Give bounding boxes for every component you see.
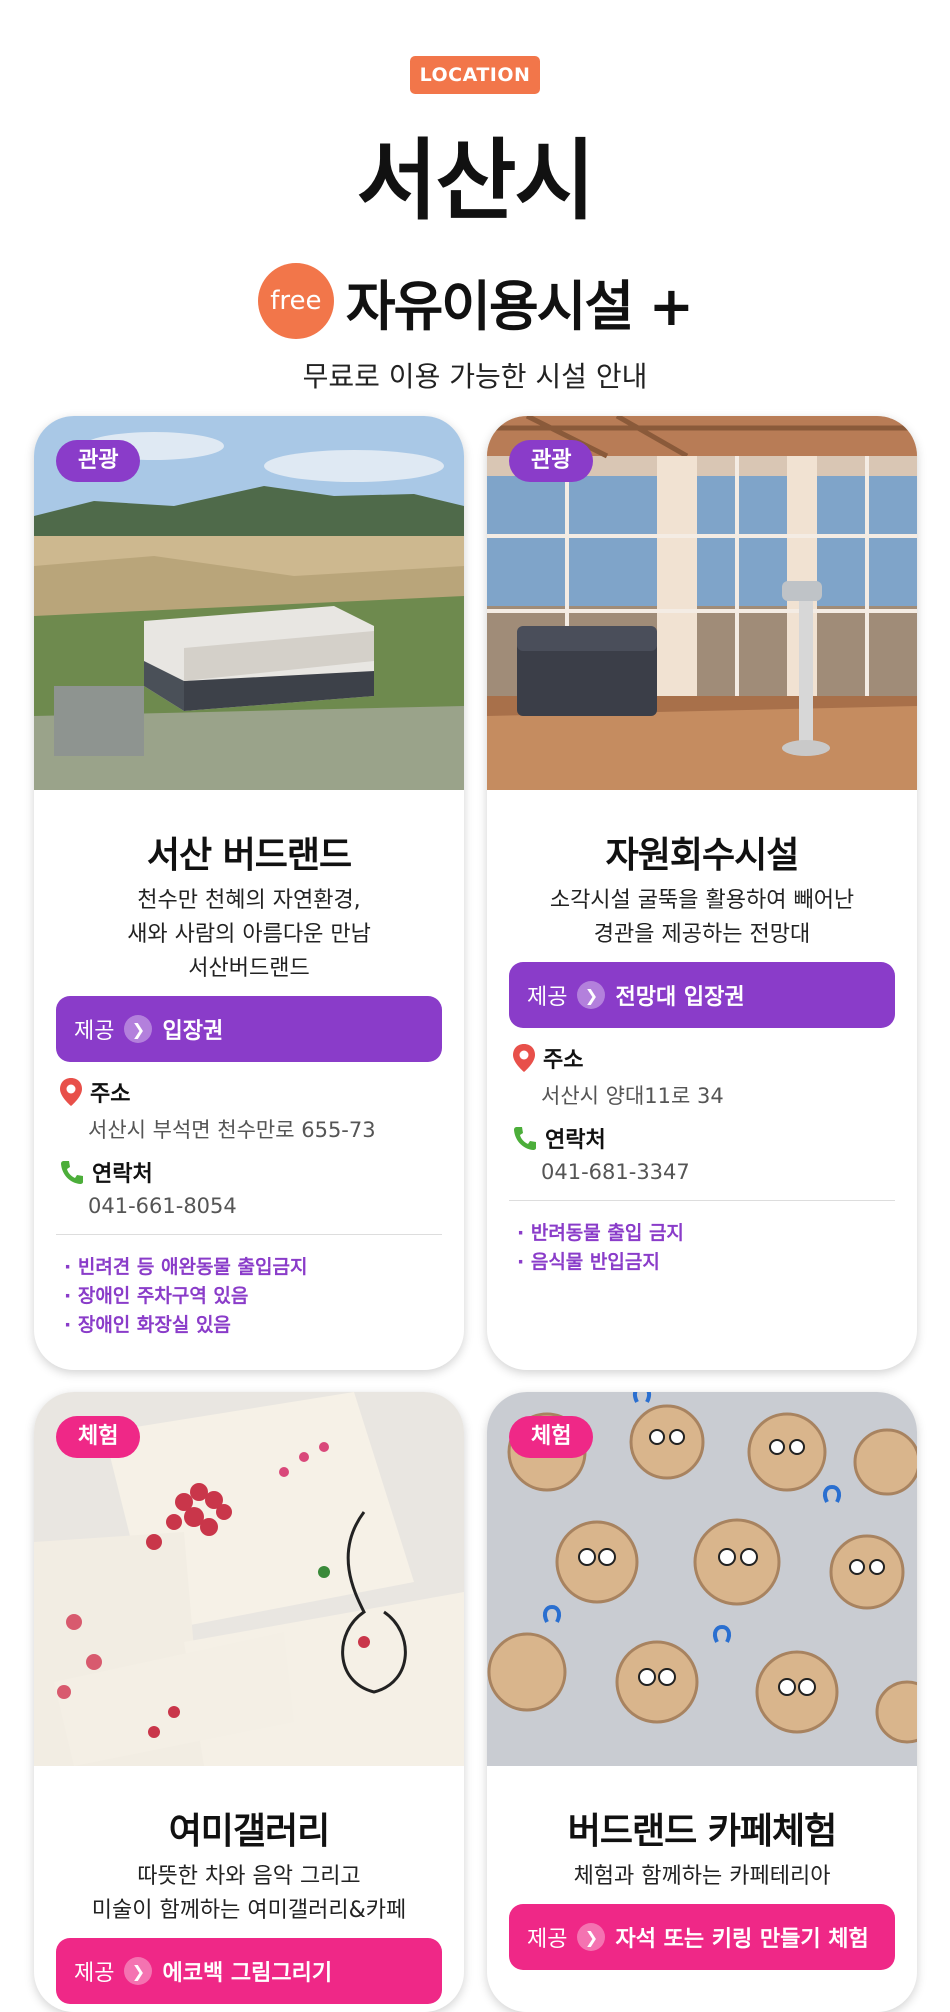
note-item: · 빈려견 등 애완동물 출입금지 <box>64 1256 308 1278</box>
facility-title: 여미갤러리 <box>168 1811 331 1852</box>
facility-title: 서산 버드랜드 <box>146 835 352 876</box>
chevron-right-icon: ❯ <box>577 1923 606 1951</box>
category-badge: 관광 <box>56 440 141 482</box>
facility-desc-line: 새와 사람의 아름다운 만남 <box>127 922 371 947</box>
free-badge: free <box>257 263 334 339</box>
address-label: 주소 <box>90 1082 131 1107</box>
address-heading: 주소 <box>60 1076 130 1108</box>
facility-desc-line: 미술이 함께하는 여미갤러리&카페 <box>91 1898 407 1923</box>
offer-value: 입장권 <box>162 1019 224 1044</box>
contact-label: 연락처 <box>92 1162 153 1187</box>
facility-desc-line: 소각시설 굴뚝을 활용하여 빼어난 <box>549 888 855 913</box>
offer-value: 에코백 그림그리기 <box>162 1961 333 1986</box>
facility-title: 자원회수시설 <box>605 835 800 876</box>
offer-bar[interactable]: 제공 ❯ 전망대 입장권 <box>509 962 895 1028</box>
facility-card-yemi-gallery[interactable]: 체험 여미갤러리 따뜻한 차와 음악 그리고 미술이 함께하는 여미갤러리&카페… <box>34 1392 464 2012</box>
address-value: 서산시 부석면 천수만로 655-73 <box>88 1118 376 1142</box>
offer-value: 전망대 입장권 <box>615 985 745 1010</box>
chevron-right-icon: ❯ <box>124 1015 153 1043</box>
chevron-right-icon: ❯ <box>577 981 606 1009</box>
facility-desc-line: 천수만 천혜의 자연환경, <box>137 888 361 913</box>
offer-label: 제공 <box>74 1961 115 1986</box>
contact-heading: 연락처 <box>60 1156 153 1188</box>
note-item: · 음식물 반입금지 <box>517 1251 660 1273</box>
offer-label: 제공 <box>527 985 568 1010</box>
facility-card-resource-recovery[interactable]: 관광 자원회수시설 소각시설 굴뚝을 활용하여 빼어난 경관을 제공하는 전망대… <box>487 416 917 1370</box>
category-badge: 체험 <box>56 1416 141 1458</box>
offer-bar[interactable]: 제공 ❯ 자석 또는 키링 만들기 체험 <box>509 1904 895 1970</box>
contact-label: 연락처 <box>545 1128 606 1153</box>
offer-value: 자석 또는 키링 만들기 체험 <box>615 1927 869 1952</box>
chevron-right-icon: ❯ <box>124 1957 153 1985</box>
section-title: 자유이용시설 + <box>345 274 694 338</box>
note-item: · 장애인 화장실 있음 <box>64 1314 231 1336</box>
divider <box>56 1234 442 1235</box>
category-badge: 체험 <box>509 1416 594 1458</box>
phone-icon <box>514 1127 536 1150</box>
note-item: · 장애인 주차구역 있음 <box>64 1285 249 1307</box>
facility-card-birdland-cafe[interactable]: 체험 버드랜드 카페체험 체험과 함께하는 카페테리아 제공 ❯ 자석 또는 키… <box>487 1392 917 2012</box>
facility-desc-line: 따뜻한 차와 음악 그리고 <box>137 1864 361 1889</box>
address-label: 주소 <box>543 1048 584 1073</box>
phone-icon <box>61 1161 83 1184</box>
offer-bar[interactable]: 제공 ❯ 에코백 그림그리기 <box>56 1938 442 2004</box>
offer-label: 제공 <box>527 1927 568 1952</box>
address-value: 서산시 양대11로 34 <box>541 1084 724 1108</box>
divider <box>509 1200 895 1201</box>
address-heading: 주소 <box>513 1042 583 1074</box>
location-pin-icon <box>513 1044 535 1072</box>
location-badge: LOCATION <box>410 56 540 94</box>
contact-value[interactable]: 041-681-3347 <box>541 1160 690 1184</box>
offer-bar[interactable]: 제공 ❯ 입장권 <box>56 996 442 1062</box>
section-header: free 자유이용시설 + <box>0 258 950 344</box>
facility-desc-line: 경관을 제공하는 전망대 <box>593 922 811 947</box>
contact-heading: 연락처 <box>513 1122 606 1154</box>
location-pin-icon <box>60 1078 82 1106</box>
facility-desc-line: 체험과 함께하는 카페테리아 <box>573 1864 831 1889</box>
category-badge: 관광 <box>509 440 594 482</box>
facility-card-birdland[interactable]: 관광 서산 버드랜드 천수만 천혜의 자연환경, 새와 사람의 아름다운 만남 … <box>34 416 464 1370</box>
facility-desc-line: 서산버드랜드 <box>188 956 310 981</box>
facility-title: 버드랜드 카페체험 <box>567 1811 838 1852</box>
note-item: · 반려동물 출입 금지 <box>517 1222 684 1244</box>
city-title: 서산시 <box>356 129 596 232</box>
section-subtitle: 무료로 이용 가능한 시설 안내 <box>302 360 648 393</box>
offer-label: 제공 <box>74 1019 115 1044</box>
contact-value[interactable]: 041-661-8054 <box>88 1194 237 1218</box>
